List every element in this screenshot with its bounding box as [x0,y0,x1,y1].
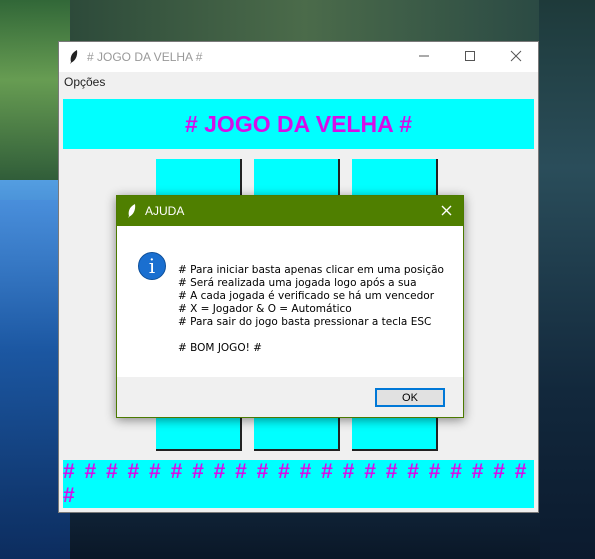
message-line: # X = Jogador & O = Automático [178,303,352,315]
help-dialog: AJUDA i # Para iniciar basta apenas clic… [116,195,464,418]
header-banner: # JOGO DA VELHA # [63,99,534,149]
footer-banner: # # # # # # # # # # # # # # # # # # # # … [63,460,534,508]
message-line: # BOM JOGO! # [178,342,262,354]
dialog-close-button[interactable] [429,196,463,226]
message-line: # Será realizada uma jogada logo após a … [178,277,417,289]
message-line: # A cada jogada é verificado se há um ve… [178,290,435,302]
close-icon [510,49,522,65]
maximize-button[interactable] [447,42,493,72]
menubar: Opções [59,72,538,92]
minimize-icon [418,49,430,65]
menu-opcoes[interactable]: Opções [64,75,105,89]
ok-button[interactable]: OK [375,388,445,407]
dialog-titlebar[interactable]: AJUDA [117,196,463,226]
message-line: # Para iniciar basta apenas clicar em um… [178,264,444,276]
wallpaper-top [70,0,540,42]
close-icon [441,203,452,220]
feather-icon [67,49,81,65]
maximize-icon [464,49,476,65]
window-titlebar[interactable]: # JOGO DA VELHA # [59,42,538,72]
close-button[interactable] [493,42,539,72]
feather-icon [125,203,139,219]
info-icon: i [138,252,166,280]
window-title: # JOGO DA VELHA # [87,50,203,64]
message-line: # Para sair do jogo basta pressionar a t… [178,316,432,328]
dialog-message: # Para iniciar basta apenas clicar em um… [178,264,444,355]
minimize-button[interactable] [401,42,447,72]
wallpaper-bottom [70,512,540,559]
dialog-footer: OK [117,377,463,417]
dialog-title: AJUDA [145,204,185,218]
wallpaper-right [539,0,595,559]
